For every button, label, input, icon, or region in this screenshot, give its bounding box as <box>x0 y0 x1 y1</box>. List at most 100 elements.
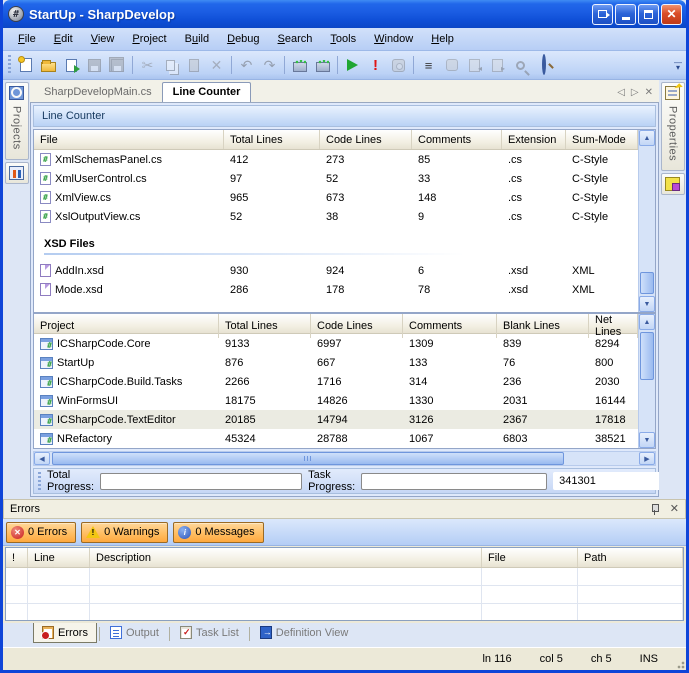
menu-project[interactable]: Project <box>123 30 175 48</box>
close-document-button[interactable]: ✕ <box>645 87 653 98</box>
sidebar-tab-projects[interactable]: Projects <box>5 82 29 160</box>
scroll-down-icon[interactable]: ▼ <box>639 432 655 448</box>
prev-document-button[interactable]: ◁ <box>617 87 625 98</box>
scroll-up-icon[interactable]: ▲ <box>639 314 655 330</box>
menu-view[interactable]: View <box>82 30 124 48</box>
scroll-track[interactable] <box>639 330 655 432</box>
filter-errors-button[interactable]: ✕0 Errors <box>6 522 76 543</box>
column-header-line[interactable]: Line <box>28 548 90 567</box>
filter-messages-button[interactable]: i0 Messages <box>173 522 263 543</box>
tab-line-counter[interactable]: Line Counter <box>162 82 252 102</box>
cell: 930 <box>224 265 320 277</box>
minimize-button[interactable] <box>615 4 636 25</box>
menu-edit[interactable]: Edit <box>45 30 82 48</box>
sidebar-tab-classes[interactable] <box>661 173 685 195</box>
window-mode-button[interactable] <box>592 4 613 25</box>
column-header-comments[interactable]: Comments <box>412 130 502 149</box>
sidebar-tab-properties[interactable]: Properties <box>661 82 685 171</box>
bottom-tab-task-list[interactable]: Task List <box>172 623 247 642</box>
column-header-path[interactable]: Path <box>578 548 683 567</box>
project-table-vscrollbar[interactable]: ▲ ▼ <box>638 314 655 448</box>
cell: XmlSchemasPanel.cs <box>34 153 224 166</box>
next-document-button[interactable]: ▷ <box>631 87 639 98</box>
cell <box>28 568 90 586</box>
maximize-button[interactable] <box>638 4 659 25</box>
table-row[interactable]: XmlUserControl.cs975233.csC-Style <box>34 169 638 188</box>
menu-build[interactable]: Build <box>176 30 218 48</box>
close-button[interactable]: ✕ <box>661 4 682 25</box>
table-row[interactable]: ICSharpCode.TextEditor201851479431262367… <box>34 410 638 429</box>
proj-file-icon <box>40 414 53 426</box>
column-header-file[interactable]: File <box>482 548 578 567</box>
menu-file[interactable]: File <box>9 30 45 48</box>
bottom-tab-errors[interactable]: Errors <box>33 623 97 643</box>
table-row[interactable]: NRefactory45324287881067680338521 <box>34 429 638 448</box>
xsd-files-label: XSD Files <box>44 238 638 250</box>
column-header-sum-mode[interactable]: Sum-Mode <box>566 130 638 149</box>
cell: 14826 <box>311 395 403 407</box>
table-row[interactable]: XslOutputView.cs52389.csC-Style <box>34 207 638 226</box>
table-row[interactable]: XmlSchemasPanel.cs41227385.csC-Style <box>34 150 638 169</box>
column-header-code-lines[interactable]: Code Lines <box>320 130 412 149</box>
table-row[interactable]: StartUp87666713376800 <box>34 353 638 372</box>
table-row[interactable]: ICSharpCode.Core9133699713098398294 <box>34 334 638 353</box>
run-button[interactable] <box>341 54 364 76</box>
menu-window[interactable]: Window <box>365 30 422 48</box>
xsd-file-icon <box>40 264 51 277</box>
bottom-tab-output[interactable]: Output <box>102 623 167 642</box>
errors-empty-row <box>6 604 683 621</box>
progress-grip[interactable] <box>38 472 41 490</box>
scroll-right-icon[interactable]: ▶ <box>639 452 655 465</box>
resize-grip[interactable] <box>675 659 685 669</box>
column-header-description[interactable]: Description <box>90 548 482 567</box>
menu-tools[interactable]: Tools <box>321 30 365 48</box>
menu-debug[interactable]: Debug <box>218 30 268 48</box>
tabnav: ◁ ▷ ✕ <box>611 87 659 102</box>
scroll-down-icon[interactable]: ▼ <box>639 296 655 312</box>
new-file-button[interactable] <box>14 54 37 76</box>
cell <box>28 586 90 604</box>
file-table-vscrollbar[interactable]: ▲ ▼ <box>638 130 655 312</box>
tab-sharpdevelopmain-cs[interactable]: SharpDevelopMain.cs <box>34 83 162 102</box>
sidebar-tab-toolbox[interactable] <box>5 162 29 184</box>
new-from-template-button[interactable] <box>60 54 83 76</box>
scroll-left-icon[interactable]: ◀ <box>34 452 50 465</box>
pin-icon[interactable] <box>650 503 660 515</box>
bottom-tab-definition-view[interactable]: Definition View <box>252 623 357 642</box>
horizontal-scrollbar[interactable]: ◀ ▶ <box>33 451 656 466</box>
scroll-track[interactable] <box>50 452 639 465</box>
rebuild-icon <box>316 62 330 72</box>
column-header-file[interactable]: File <box>34 130 224 149</box>
column-header-extension[interactable]: Extension <box>502 130 566 149</box>
table-row[interactable]: XmlView.cs965673148.csC-Style <box>34 188 638 207</box>
menu-search[interactable]: Search <box>269 30 322 48</box>
column-header-total-lines[interactable]: Total Lines <box>224 130 320 149</box>
toggle-output-button[interactable]: ≡ <box>417 54 440 76</box>
cell: XmlView.cs <box>34 191 224 204</box>
scroll-up-icon[interactable]: ▲ <box>639 130 655 146</box>
titlebar: StartUp - SharpDevelop ✕ <box>3 0 686 28</box>
scroll-track[interactable] <box>639 146 655 296</box>
filter-warnings-button[interactable]: 0 Warnings <box>81 522 168 543</box>
build-button[interactable] <box>288 54 311 76</box>
menu-help[interactable]: Help <box>422 30 463 48</box>
table-row[interactable]: WinFormsUI18175148261330203116144 <box>34 391 638 410</box>
scroll-thumb[interactable] <box>640 272 654 294</box>
close-panel-icon[interactable]: ✕ <box>670 504 679 515</box>
rebuild-button[interactable] <box>311 54 334 76</box>
cell: 800 <box>589 357 638 369</box>
table-row[interactable]: Mode.xsd28617878.xsdXML <box>34 280 638 299</box>
table-row[interactable]: ICSharpCode.Build.Tasks22661716314236203… <box>34 372 638 391</box>
toolbar-overflow-button[interactable]: —▾ <box>672 54 684 76</box>
task-progress-bar <box>361 473 547 490</box>
cell: 314 <box>403 376 497 388</box>
open-folder-button[interactable] <box>37 54 60 76</box>
abort-button[interactable]: ! <box>364 54 387 76</box>
toolbar-grip[interactable] <box>8 55 11 75</box>
scroll-thumb[interactable] <box>640 332 654 380</box>
table-row[interactable]: AddIn.xsd9309246.xsdXML <box>34 261 638 280</box>
scroll-thumb[interactable] <box>52 452 564 465</box>
tab-separator <box>99 627 100 641</box>
column-header--[interactable]: ! <box>6 548 28 567</box>
search-button[interactable] <box>532 54 555 76</box>
